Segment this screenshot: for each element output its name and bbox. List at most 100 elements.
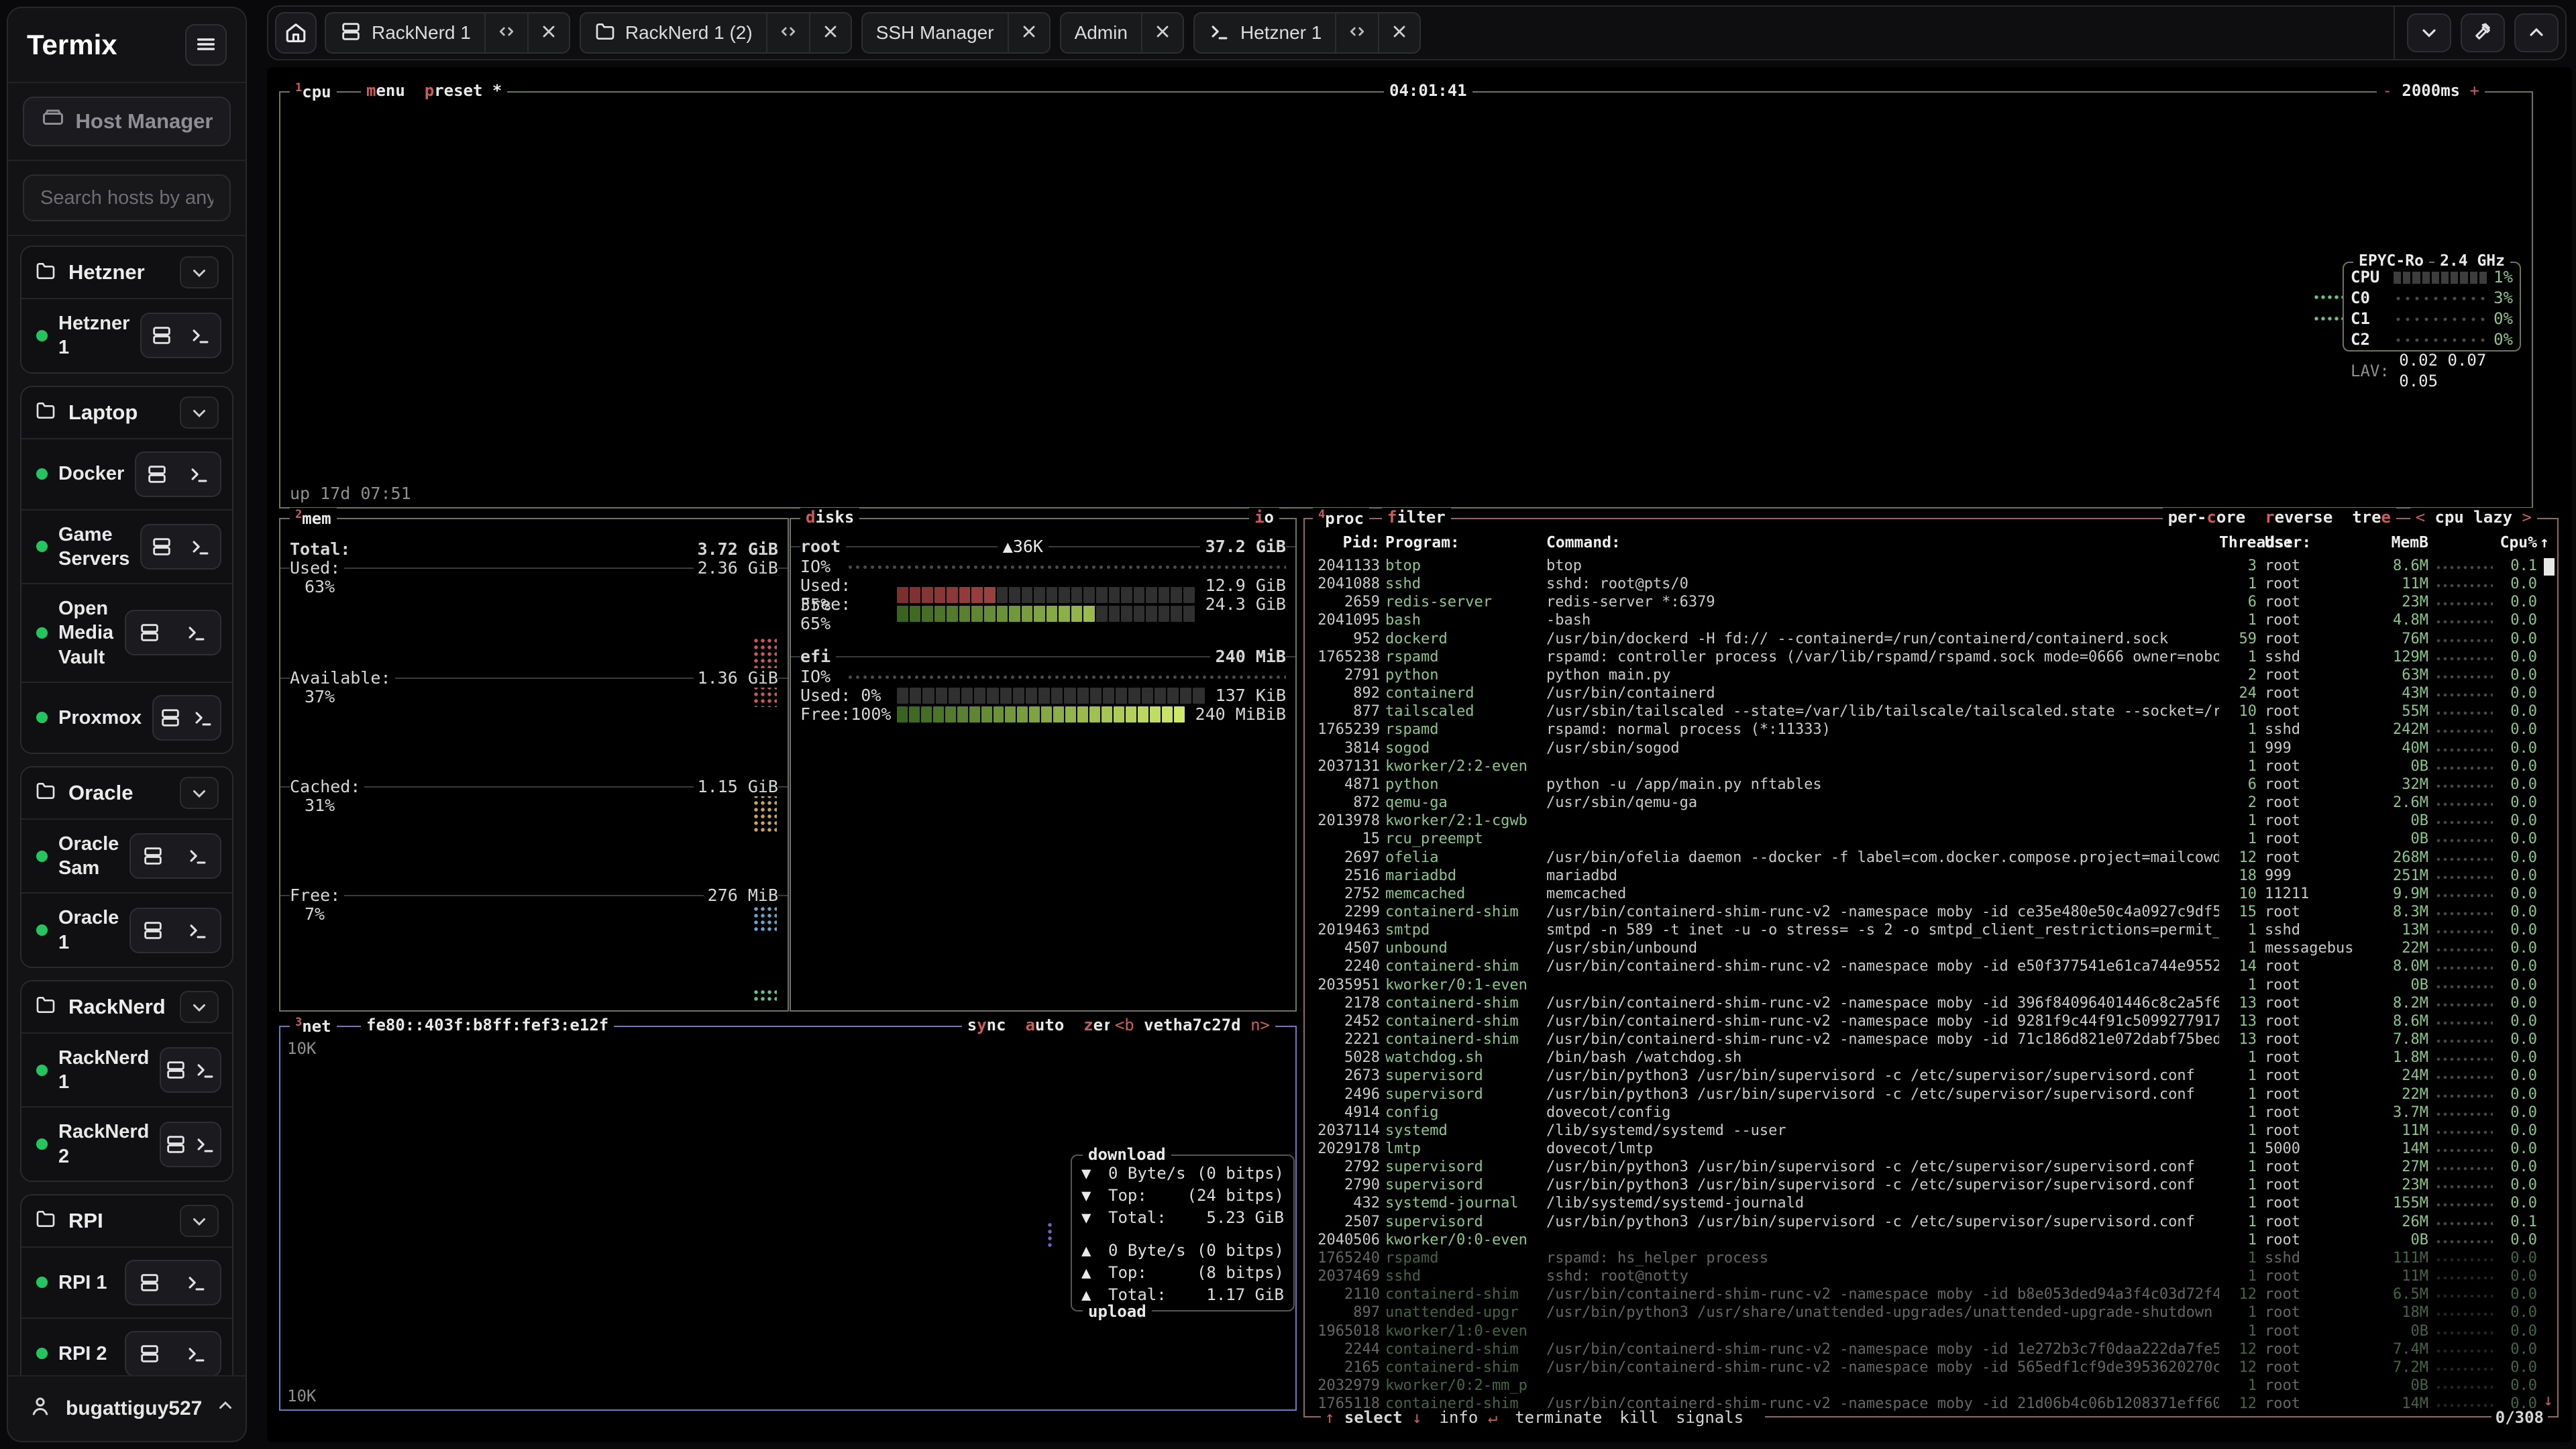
tab-main[interactable]: RackNerd 1 (2) [581,21,766,46]
group-collapse-button[interactable] [180,991,219,1023]
tab-split-button[interactable] [484,13,527,52]
proc-sort-selector[interactable]: < cpu lazy > [2410,508,2537,527]
host-row[interactable]: Hetzner 1 [21,298,232,372]
host-row[interactable]: RPI 2 [21,1318,232,1375]
tab-close-button[interactable] [809,13,851,52]
tab-split-button[interactable] [766,13,809,52]
host-terminal-button[interactable] [191,1049,220,1091]
tab-close-button[interactable] [1141,13,1183,52]
host-row[interactable]: Open Media Vault [21,583,232,682]
host-row[interactable]: Oracle 1 [21,892,232,967]
proc-row[interactable]: 4914configdovecot/config1root3.7M0.0 [1305,1104,2557,1122]
proc-row[interactable]: 872qemu-ga/usr/sbin/qemu-ga2root2.6M0.0 [1305,794,2557,812]
tab-main[interactable]: Admin [1061,22,1141,44]
proc-row[interactable]: 2165containerd-shim/usr/bin/containerd-s… [1305,1358,2557,1377]
tab[interactable]: Hetzner 1 [1193,12,1421,54]
tab-split-button[interactable] [1335,13,1378,52]
proc-row[interactable]: 2013978kworker/2:1-cgwb1root0B0.0 [1305,812,2557,830]
proc-row[interactable]: 2037114systemd/lib/systemd/systemd --use… [1305,1122,2557,1140]
proc-row[interactable]: 2041133btopbtop3root8.6M0.1 [1305,557,2557,575]
proc-row[interactable]: 2037131kworker/2:2-even1root0B0.0 [1305,757,2557,775]
host-group-header[interactable]: RackNerd [21,981,232,1032]
proc-row[interactable]: 2041088sshdsshd: root@pts/01root11M0.0 [1305,575,2557,593]
proc-footer-item[interactable]: kill [1619,1408,1658,1427]
host-terminal-button[interactable] [173,1261,220,1304]
proc-row[interactable]: 2792supervisord/usr/bin/python3 /usr/bin… [1305,1158,2557,1176]
sidebar-menu-button[interactable] [185,24,227,66]
host-manager-open-button[interactable] [154,696,186,739]
proc-row[interactable]: 2452containerd-shim/usr/bin/containerd-s… [1305,1012,2557,1030]
proc-table[interactable]: 2041133btopbtop3root8.6M0.12041088sshdss… [1305,557,2557,1411]
proc-footer-item[interactable]: info ↵ [1440,1408,1498,1427]
proc-row[interactable]: 2791pythonpython main.py2root63M0.0 [1305,666,2557,684]
proc-row[interactable]: 2032979kworker/0:2-mm_p1root0B0.0 [1305,1377,2557,1395]
host-row[interactable]: Game Servers [21,509,232,584]
host-group-header[interactable]: Oracle [21,767,232,818]
proc-row[interactable]: 2244containerd-shim/usr/bin/containerd-s… [1305,1340,2557,1358]
host-manager-open-button[interactable] [131,909,175,952]
host-manager-open-button[interactable] [131,835,175,877]
proc-row[interactable]: 952dockerd/usr/bin/dockerd -H fd:// --co… [1305,630,2557,648]
host-manager-open-button[interactable] [161,1123,191,1166]
tab-close-button[interactable] [1378,13,1419,52]
proc-row[interactable]: 5028watchdog.sh/bin/bash /watchdog.sh1ro… [1305,1049,2557,1067]
tab[interactable]: RackNerd 1 [325,12,570,54]
proc-row[interactable]: 2035951kworker/0:1-even1root0B0.0 [1305,976,2557,994]
cpu-menu-chips[interactable]: menu preset * [361,81,507,100]
proc-scrollbar[interactable] [2544,558,2555,576]
proc-row[interactable]: 897unattended-upgr/usr/bin/python3 /usr/… [1305,1303,2557,1322]
proc-option-chips[interactable]: per-core reverse tree [2163,508,2396,527]
host-row[interactable]: Oracle Sam [21,818,232,893]
proc-row[interactable]: 2221containerd-shim/usr/bin/containerd-s… [1305,1030,2557,1049]
host-terminal-button[interactable] [176,909,220,952]
proc-footer-menu[interactable]: ↑ select ↓ info ↵ terminate kill signals [1321,1408,1765,1427]
proc-row[interactable]: 3814sogod/usr/sbin/sogod199940M0.0 [1305,739,2557,757]
group-collapse-button[interactable] [180,777,219,809]
proc-footer-item[interactable]: ↑ select ↓ [1325,1408,1422,1427]
group-collapse-button[interactable] [180,1205,219,1237]
proc-row[interactable]: 2697ofelia/usr/bin/ofelia daemon --docke… [1305,849,2557,867]
proc-footer-item[interactable]: signals [1676,1408,1743,1427]
proc-row[interactable]: 1765238rspamdrspamd: controller process … [1305,648,2557,666]
tab-main[interactable]: Hetzner 1 [1195,20,1335,46]
tab[interactable]: SSH Manager [861,12,1051,54]
proc-row[interactable]: 2041095bash-bash1root4.8M0.0 [1305,611,2557,629]
host-manager-open-button[interactable] [126,1332,173,1375]
proc-row[interactable]: 2019463smtpdsmtpd -n 589 -t inet -u -o s… [1305,921,2557,939]
host-terminal-button[interactable] [191,1123,220,1166]
proc-row[interactable]: 2516mariadbdmariadbd18999251M0.0 [1305,867,2557,885]
host-manager-open-button[interactable] [142,314,180,357]
tab-close-button[interactable] [527,13,569,52]
host-group-header[interactable]: Hetzner [21,247,232,298]
tab-close-button[interactable] [1008,13,1049,52]
proc-row[interactable]: 892containerd/usr/bin/containerd24root43… [1305,684,2557,702]
host-manager-open-button[interactable] [136,453,178,496]
proc-row[interactable]: 2507supervisord/usr/bin/python3 /usr/bin… [1305,1213,2557,1231]
host-row[interactable]: RPI 1 [21,1246,232,1318]
proc-row[interactable]: 2790supervisord/usr/bin/python3 /usr/bin… [1305,1176,2557,1194]
proc-row[interactable]: 877tailscaled/usr/sbin/tailscaled --stat… [1305,702,2557,720]
proc-row[interactable]: 4507unbound/usr/sbin/unbound1messagebus2… [1305,939,2557,957]
host-row[interactable]: RackNerd 2 [21,1106,232,1181]
user-menu[interactable]: bugattiguy527 [8,1375,246,1441]
tab[interactable]: RackNerd 1 (2) [580,12,852,54]
host-row[interactable]: Docker [21,438,232,509]
proc-row[interactable]: 2752memcachedmemcached10112119.9M0.0 [1305,885,2557,903]
proc-row[interactable]: 4871pythonpython -u /app/main.py nftable… [1305,775,2557,794]
group-collapse-button[interactable] [180,256,219,288]
host-row[interactable]: Proxmox [21,682,232,753]
host-manager-open-button[interactable] [142,525,180,568]
proc-footer-item[interactable]: terminate [1515,1408,1602,1427]
proc-row[interactable]: 15rcu_preempt1root0B0.0 [1305,830,2557,848]
host-manager-open-button[interactable] [161,1049,191,1091]
proc-filter-button[interactable]: filter [1382,508,1451,527]
tabs-collapse-button[interactable] [2407,13,2451,52]
proc-row[interactable]: 2299containerd-shim/usr/bin/containerd-s… [1305,903,2557,921]
proc-row[interactable]: 2673supervisord/usr/bin/python3 /usr/bin… [1305,1067,2557,1085]
search-input[interactable] [23,174,231,221]
proc-row[interactable]: 2029178lmtpdovecot/lmtp1500014M0.0 [1305,1140,2557,1158]
tabs-expand-button[interactable] [2514,13,2559,52]
net-option-chips[interactable]: sync auto zero [962,1016,1128,1034]
host-row[interactable]: RackNerd 1 [21,1032,232,1107]
proc-row[interactable]: 1765239rspamdrspamd: normal process (*:1… [1305,720,2557,739]
